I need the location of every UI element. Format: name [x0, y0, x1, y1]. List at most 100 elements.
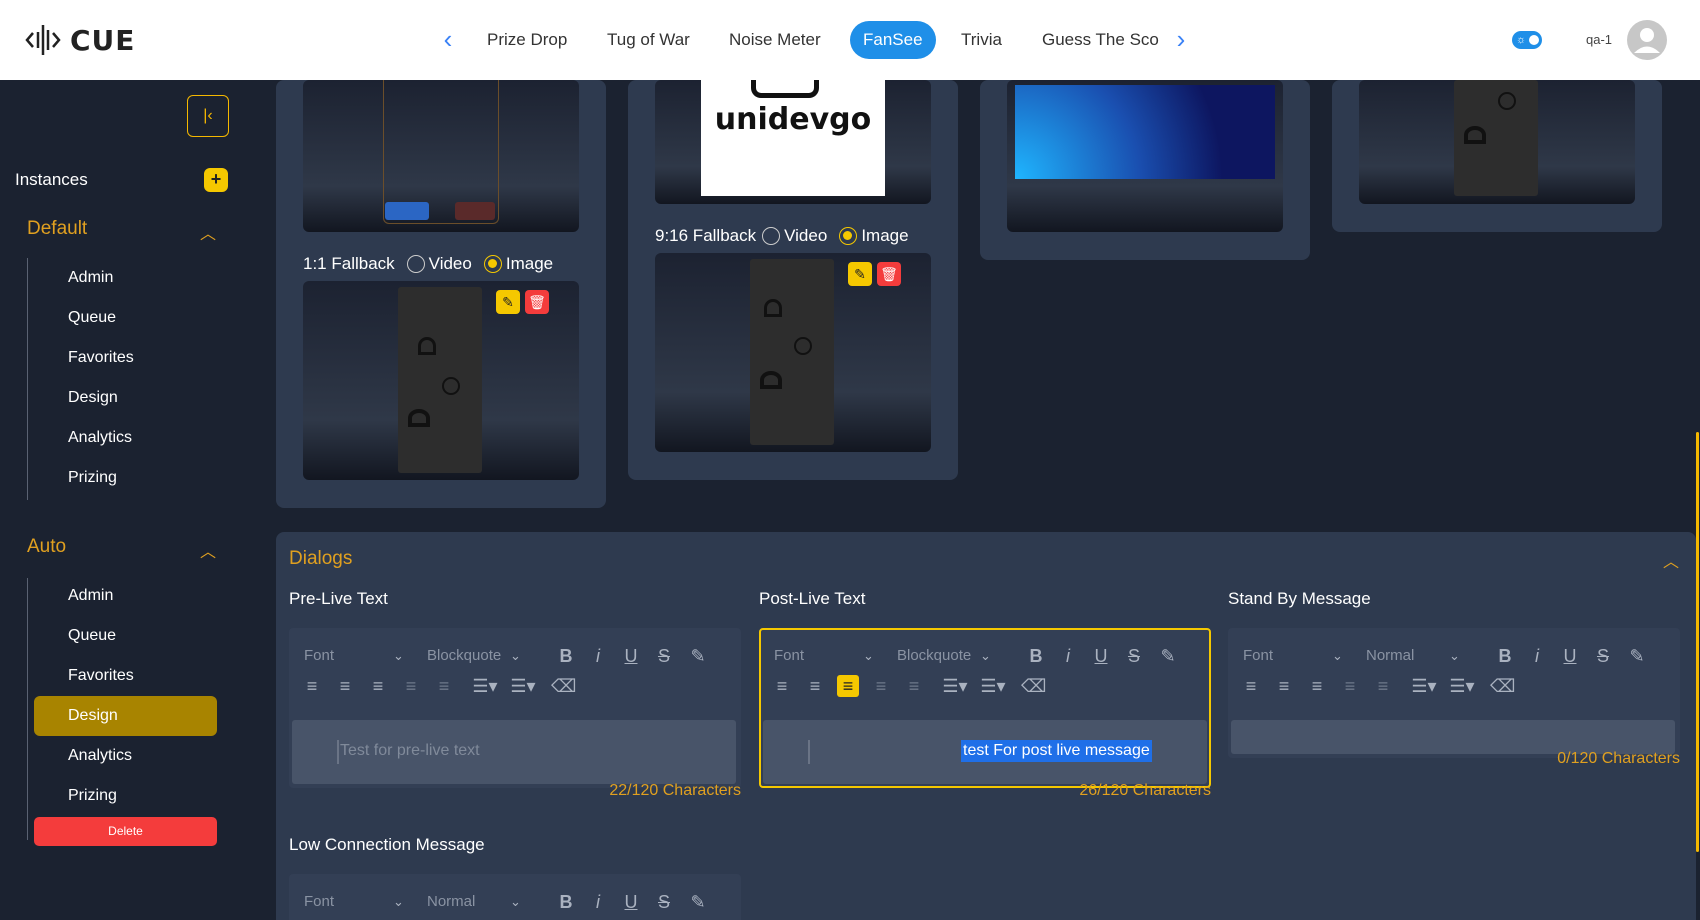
italic-icon[interactable]: i: [587, 645, 609, 667]
style-select[interactable]: Normal: [1366, 647, 1414, 664]
sidebar-item-default-analytics[interactable]: Analytics: [34, 418, 217, 458]
italic-icon[interactable]: i: [1526, 645, 1548, 667]
page-scrollbar[interactable]: [1696, 432, 1699, 852]
underline-icon[interactable]: U: [620, 891, 642, 913]
align-left-icon[interactable]: ≡: [301, 675, 323, 697]
style-select[interactable]: Blockquote: [897, 647, 971, 664]
indent-decrease-icon[interactable]: ≡: [870, 675, 892, 697]
delete-fallback-1-1-button[interactable]: 🗑: [525, 290, 549, 314]
align-center-icon[interactable]: ≡: [804, 675, 826, 697]
sidebar-item-default-prizing[interactable]: Prizing: [34, 458, 217, 498]
align-center-icon[interactable]: ≡: [334, 675, 356, 697]
italic-icon[interactable]: i: [1057, 645, 1079, 667]
sidebar-item-auto-design[interactable]: Design: [34, 696, 217, 736]
bold-icon[interactable]: B: [1494, 645, 1516, 667]
background-thumbnail[interactable]: [1007, 80, 1283, 232]
add-instance-button[interactable]: +: [204, 168, 228, 192]
tab-prize-drop[interactable]: Prize Drop: [474, 21, 580, 59]
sidebar-item-default-favorites[interactable]: Favorites: [34, 338, 217, 378]
edit-fallback-1-1-button[interactable]: ✎: [496, 290, 520, 314]
align-right-icon[interactable]: ≡: [837, 675, 859, 697]
chevron-up-icon[interactable]: ︿: [200, 220, 216, 244]
align-right-icon[interactable]: ≡: [367, 675, 389, 697]
style-select[interactable]: Normal: [427, 893, 475, 910]
tab-guess-the-score[interactable]: Guess The Sco: [1029, 21, 1179, 59]
highlighter-icon[interactable]: ✎: [687, 645, 709, 667]
chevron-down-icon[interactable]: ⌄: [393, 648, 404, 664]
group-auto-title[interactable]: Auto: [27, 536, 66, 558]
align-left-icon[interactable]: ≡: [1240, 675, 1262, 697]
delete-fallback-9-16-button[interactable]: 🗑: [877, 262, 901, 286]
sidebar-item-default-queue[interactable]: Queue: [34, 298, 217, 338]
indent-increase-icon[interactable]: ≡: [433, 675, 455, 697]
style-select[interactable]: Blockquote: [427, 647, 501, 664]
font-select[interactable]: Font: [304, 647, 334, 664]
indent-increase-icon[interactable]: ≡: [903, 675, 925, 697]
ordered-list-icon[interactable]: ☰▾: [939, 675, 971, 697]
collapse-sidebar-button[interactable]: |‹: [187, 95, 229, 137]
highlighter-icon[interactable]: ✎: [1157, 645, 1179, 667]
strikethrough-icon[interactable]: S: [1592, 645, 1614, 667]
font-select[interactable]: Font: [774, 647, 804, 664]
bold-icon[interactable]: B: [1025, 645, 1047, 667]
underline-icon[interactable]: U: [620, 645, 642, 667]
tab-fansee[interactable]: FanSee: [850, 21, 936, 59]
sidebar-item-auto-queue[interactable]: Queue: [34, 616, 217, 656]
strikethrough-icon[interactable]: S: [1123, 645, 1145, 667]
chevron-down-icon[interactable]: ⌄: [393, 894, 404, 910]
collapse-dialogs-button[interactable]: ︿: [1663, 548, 1679, 572]
chevron-down-icon[interactable]: ⌄: [1449, 648, 1460, 664]
sidebar-item-auto-admin[interactable]: Admin: [34, 576, 217, 616]
strikethrough-icon[interactable]: S: [653, 891, 675, 913]
chevron-down-icon[interactable]: ⌄: [510, 648, 521, 664]
tab-trivia[interactable]: Trivia: [948, 21, 1015, 59]
tab-noise-meter[interactable]: Noise Meter: [716, 21, 834, 59]
logo-thumbnail[interactable]: unidevgo: [655, 80, 931, 204]
indent-increase-icon[interactable]: ≡: [1372, 675, 1394, 697]
eraser-icon[interactable]: ⌫: [1490, 675, 1515, 697]
sidebar-item-default-design[interactable]: Design: [34, 378, 217, 418]
sidebar-item-auto-analytics[interactable]: Analytics: [34, 736, 217, 776]
app-logo[interactable]: CUE: [24, 20, 135, 60]
font-select[interactable]: Font: [304, 893, 334, 910]
stand-by-text-input[interactable]: [1231, 720, 1675, 754]
italic-icon[interactable]: i: [587, 891, 609, 913]
group-default-title[interactable]: Default: [27, 218, 87, 240]
fallback-1-1-image-label[interactable]: Image: [506, 254, 553, 274]
chevron-up-icon[interactable]: ︿: [200, 538, 216, 562]
fallback-9-16-image-label[interactable]: Image: [861, 226, 908, 246]
align-left-icon[interactable]: ≡: [771, 675, 793, 697]
indent-decrease-icon[interactable]: ≡: [1339, 675, 1361, 697]
bullet-list-icon[interactable]: ☰▾: [977, 675, 1009, 697]
sidebar-item-default-admin[interactable]: Admin: [34, 258, 217, 298]
chevron-down-icon[interactable]: ⌄: [863, 648, 874, 664]
bullet-list-icon[interactable]: ☰▾: [507, 675, 539, 697]
ordered-list-icon[interactable]: ☰▾: [1408, 675, 1440, 697]
align-right-icon[interactable]: ≡: [1306, 675, 1328, 697]
underline-icon[interactable]: U: [1090, 645, 1112, 667]
sidebar-item-auto-prizing[interactable]: Prizing: [34, 776, 217, 816]
video-thumbnail[interactable]: [303, 80, 579, 232]
tabs-prev-button[interactable]: ‹: [432, 24, 464, 56]
phone-thumbnail[interactable]: [1359, 80, 1635, 204]
edit-fallback-9-16-button[interactable]: ✎: [848, 262, 872, 286]
bold-icon[interactable]: B: [555, 645, 577, 667]
tab-tug-of-war[interactable]: Tug of War: [594, 21, 703, 59]
fallback-1-1-video-label[interactable]: Video: [429, 254, 472, 274]
fallback-9-16-video-radio[interactable]: [762, 227, 781, 245]
fallback-1-1-image-radio[interactable]: [483, 255, 502, 273]
sidebar-item-auto-favorites[interactable]: Favorites: [34, 656, 217, 696]
bullet-list-icon[interactable]: ☰▾: [1446, 675, 1478, 697]
underline-icon[interactable]: U: [1559, 645, 1581, 667]
indent-decrease-icon[interactable]: ≡: [400, 675, 422, 697]
bold-icon[interactable]: B: [555, 891, 577, 913]
fallback-9-16-video-label[interactable]: Video: [784, 226, 827, 246]
post-live-text-input[interactable]: test For post live message: [763, 720, 1207, 784]
fallback-9-16-image-radio[interactable]: [839, 227, 858, 245]
tabs-next-button[interactable]: ›: [1165, 24, 1197, 56]
chevron-down-icon[interactable]: ⌄: [510, 894, 521, 910]
fallback-1-1-video-radio[interactable]: [406, 255, 425, 273]
eraser-icon[interactable]: ⌫: [551, 675, 576, 697]
delete-instance-button[interactable]: Delete: [34, 817, 217, 846]
font-select[interactable]: Font: [1243, 647, 1273, 664]
